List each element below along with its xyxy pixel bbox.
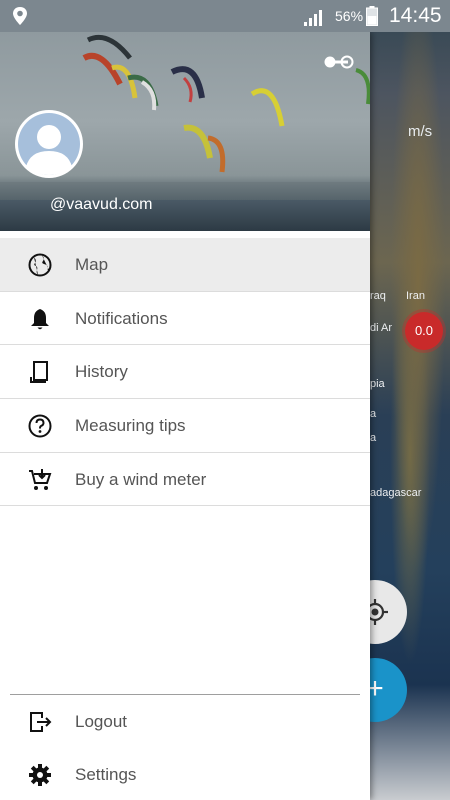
bell-icon (31, 308, 49, 329)
battery-percent: 56% (335, 8, 364, 24)
gear-icon (29, 764, 51, 786)
menu-item-label: History (75, 362, 128, 382)
crosshair-icon (370, 599, 388, 625)
drawer-header: @vaavud.com (0, 32, 370, 231)
status-bar: 56% 14:45 (0, 0, 450, 32)
drawer-bottom-menu: Logout Settings (0, 695, 370, 800)
menu-item-label: Measuring tips (75, 416, 186, 436)
map-label: raq (370, 290, 386, 302)
menu-item-map[interactable]: Map (0, 238, 370, 292)
wind-reading-badge[interactable]: 0.0 (405, 312, 443, 350)
globe-icon (28, 253, 52, 277)
avatar[interactable] (15, 110, 83, 178)
history-icon (30, 361, 48, 384)
toggle-icon[interactable] (322, 54, 356, 70)
map-label: a (370, 408, 377, 420)
navigation-drawer: @vaavud.com Map Notifications History Me… (0, 32, 370, 800)
map-label: Iran (406, 290, 425, 302)
default-avatar-icon (18, 113, 80, 175)
menu-item-label: Logout (75, 712, 127, 731)
location-icon (13, 7, 27, 25)
menu-item-label: Notifications (75, 308, 168, 328)
cart-icon (29, 468, 52, 490)
map-label: di Ar (370, 322, 393, 334)
wind-map[interactable]: m/s raq Iran di Ar pia a a adagascar 0.0… (370, 32, 450, 800)
menu-item-label: Map (75, 255, 109, 274)
menu-item-buy-wind-meter[interactable]: Buy a wind meter (0, 453, 370, 507)
menu-item-notifications[interactable]: Notifications (0, 292, 370, 346)
logout-icon (30, 712, 52, 732)
map-label: a (370, 432, 377, 444)
menu-item-history[interactable]: History (0, 345, 370, 400)
menu-item-settings[interactable]: Settings (0, 748, 370, 800)
menu-item-label: Settings (75, 765, 137, 784)
map-label: adagascar (370, 487, 422, 499)
menu-item-measuring-tips[interactable]: Measuring tips (0, 399, 370, 453)
username: @vaavud.com (50, 196, 153, 213)
menu-item-label: Buy a wind meter (75, 469, 207, 489)
add-measurement-button[interactable]: + (370, 658, 407, 722)
map-unit-label: m/s (408, 123, 433, 140)
clock: 14:45 (389, 4, 442, 27)
signal-icon (304, 10, 322, 26)
locate-button[interactable] (370, 580, 407, 644)
question-icon (28, 414, 52, 438)
battery-icon (366, 6, 378, 26)
drawer-menu: Map Notifications History Measuring tips (0, 238, 370, 507)
menu-item-logout[interactable]: Logout (0, 695, 370, 748)
map-label: pia (370, 378, 385, 390)
